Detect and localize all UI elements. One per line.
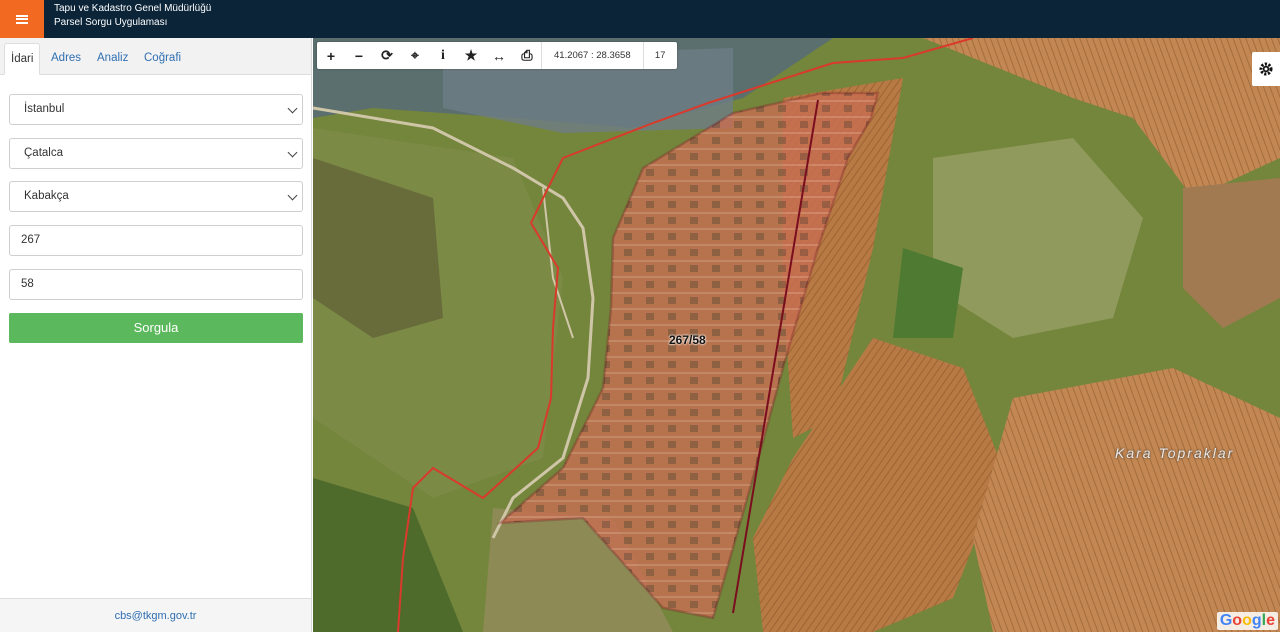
- print-icon[interactable]: ⎙: [513, 42, 541, 69]
- place-label: Kara Topraklar: [1115, 445, 1235, 461]
- satellite-imagery: [313, 38, 1280, 632]
- map-toolbar: + − ⟳ ⌖ i ★ ↔ ⎙ 41.2067 : 28.3658 17: [317, 42, 677, 69]
- neighborhood-value: Kabakça: [24, 190, 69, 202]
- parcel-label: 267/58: [669, 333, 706, 347]
- locate-icon[interactable]: ⌖: [401, 42, 429, 69]
- query-sidebar: İdari Adres Analiz Coğrafi İstanbul Çata…: [0, 38, 312, 632]
- favorite-icon[interactable]: ★: [457, 42, 485, 69]
- chevron-down-icon: [287, 103, 298, 114]
- neighborhood-select[interactable]: Kabakça: [9, 181, 303, 212]
- tab-bar: İdari Adres Analiz Coğrafi: [0, 38, 311, 75]
- map-view[interactable]: + − ⟳ ⌖ i ★ ↔ ⎙ 41.2067 : 28.3658 17 267…: [313, 38, 1280, 632]
- app-title-line1: Tapu ve Kadastro Genel Müdürlüğü: [54, 3, 212, 14]
- chevron-down-icon: [287, 190, 298, 201]
- hamburger-icon[interactable]: [0, 0, 44, 38]
- app-title-line2: Parsel Sorgu Uygulaması: [54, 17, 168, 28]
- tab-analiz[interactable]: Analiz: [91, 43, 134, 75]
- zoom-in-icon[interactable]: +: [317, 42, 345, 69]
- district-value: Çatalca: [24, 147, 63, 159]
- contact-email-link[interactable]: cbs@tkgm.gov.tr: [0, 598, 311, 632]
- refresh-icon[interactable]: ⟳: [373, 42, 401, 69]
- tab-cografi[interactable]: Coğrafi: [138, 43, 187, 75]
- zoom-out-icon[interactable]: −: [345, 42, 373, 69]
- map-attribution: Google: [1216, 612, 1278, 630]
- district-select[interactable]: Çatalca: [9, 138, 303, 169]
- measure-icon[interactable]: ↔: [485, 42, 513, 69]
- province-value: İstanbul: [24, 103, 65, 115]
- zoom-level: 17: [642, 42, 677, 69]
- gear-icon[interactable]: [1252, 52, 1280, 86]
- block-number-input[interactable]: 267: [9, 225, 303, 256]
- coordinate-readout: 41.2067 : 28.3658: [541, 42, 643, 69]
- info-icon[interactable]: i: [429, 42, 457, 69]
- chevron-down-icon: [287, 147, 298, 158]
- tab-adres[interactable]: Adres: [45, 43, 87, 75]
- province-select[interactable]: İstanbul: [9, 94, 303, 125]
- tab-idari[interactable]: İdari: [4, 43, 41, 75]
- app-title: Tapu ve Kadastro Genel Müdürlüğü Parsel …: [54, 2, 211, 30]
- parcel-number-input[interactable]: 58: [9, 269, 303, 300]
- query-button[interactable]: Sorgula: [9, 313, 303, 343]
- top-bar: Tapu ve Kadastro Genel Müdürlüğü Parsel …: [0, 0, 1280, 38]
